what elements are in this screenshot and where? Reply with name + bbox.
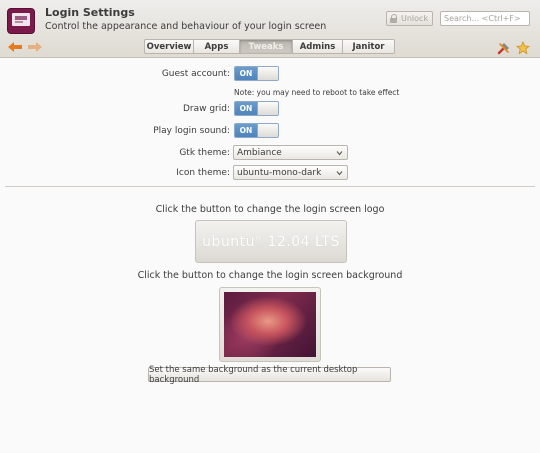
toggle-state: ON — [235, 124, 257, 137]
login-sound-label: Play login sound: — [153, 126, 230, 136]
guest-account-label: Guest account: — [161, 69, 230, 79]
lock-icon — [390, 14, 398, 23]
draw-grid-toggle[interactable]: ON — [234, 101, 279, 116]
gtk-theme-select[interactable]: Ambiance — [233, 145, 348, 160]
login-settings-icon — [7, 8, 35, 34]
logo-prompt: Click the button to change the login scr… — [155, 204, 385, 215]
forward-button[interactable] — [28, 42, 42, 52]
logo-version: 12.04 LTS — [267, 233, 340, 250]
section-divider — [5, 186, 535, 187]
toggle-knob — [257, 124, 278, 137]
unlock-label: Unlock — [401, 14, 429, 23]
reboot-note: Note: you may need to reboot to take eff… — [234, 88, 400, 97]
guest-account-toggle[interactable]: ON — [234, 66, 279, 81]
gtk-theme-value: Ambiance — [237, 147, 282, 158]
icon-theme-value: ubuntu-mono-dark — [237, 167, 322, 178]
page-subtitle: Control the appearance and behaviour of … — [45, 21, 327, 32]
tab-bar: Overview Apps Tweaks Admins Janitor — [144, 39, 395, 54]
toggle-state: ON — [235, 67, 257, 80]
star-icon — [516, 41, 530, 55]
toggle-state: ON — [235, 102, 257, 115]
back-button[interactable] — [8, 42, 22, 52]
search-input[interactable] — [441, 12, 529, 25]
tools-button[interactable] — [497, 41, 511, 58]
tab-janitor[interactable]: Janitor — [342, 39, 395, 54]
arrow-left-icon — [8, 42, 22, 52]
logo-text: ubuntu — [202, 233, 256, 250]
toggle-knob — [257, 67, 278, 80]
toggle-knob — [257, 102, 278, 115]
tab-admins[interactable]: Admins — [292, 39, 343, 54]
icon-theme-label: Icon theme: — [176, 168, 230, 178]
same-background-button[interactable]: Set the same background as the current d… — [148, 365, 391, 385]
search-field[interactable] — [440, 11, 530, 26]
tab-tweaks[interactable]: Tweaks — [239, 39, 293, 54]
tab-overview[interactable]: Overview — [144, 39, 194, 54]
login-sound-toggle[interactable]: ON — [234, 123, 279, 138]
favorite-button[interactable] — [516, 41, 530, 58]
change-logo-button[interactable]: ubuntu® 12.04 LTS — [195, 220, 347, 263]
ubuntu-logo-image: ubuntu® 12.04 LTS — [202, 233, 340, 250]
background-preview-image — [224, 292, 316, 357]
toolbar-header: Login Settings Control the appearance an… — [0, 0, 540, 58]
draw-grid-label: Draw grid: — [182, 104, 230, 114]
tab-apps[interactable]: Apps — [193, 39, 240, 54]
chevron-down-icon — [336, 151, 343, 156]
unlock-button[interactable]: Unlock — [386, 11, 433, 26]
page-title: Login Settings — [45, 6, 135, 19]
arrow-right-icon — [28, 42, 42, 52]
gtk-theme-label: Gtk theme: — [179, 148, 230, 158]
change-background-button[interactable] — [219, 287, 321, 362]
tools-icon — [497, 43, 509, 55]
icon-theme-select[interactable]: ubuntu-mono-dark — [233, 165, 348, 180]
background-prompt: Click the button to change the login scr… — [137, 270, 403, 281]
chevron-down-icon — [336, 171, 343, 176]
